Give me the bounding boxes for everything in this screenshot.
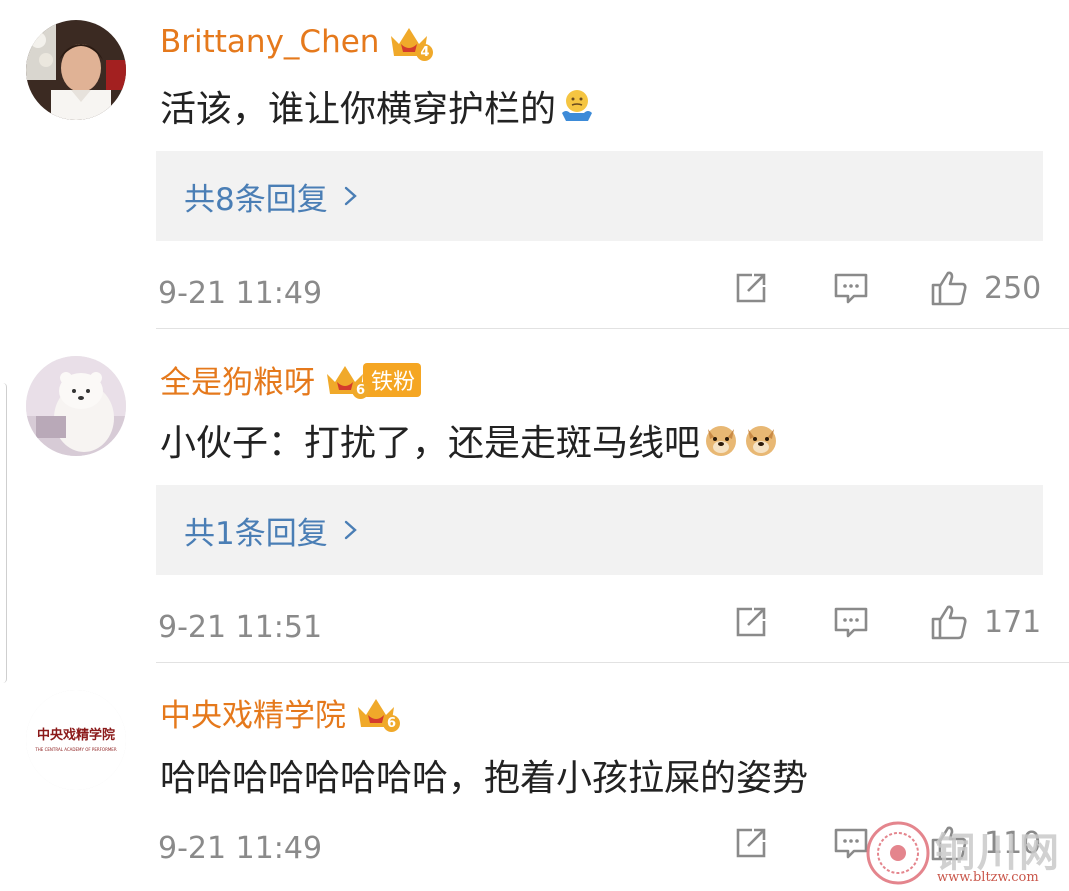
avatar-logo-text: 中央戏精学院 <box>37 727 115 743</box>
doge-emoji-icon <box>702 421 740 459</box>
timestamp: 9-21 11:49 <box>158 831 323 866</box>
comment-bubble-icon <box>834 607 868 638</box>
like-count: 250 <box>984 270 1042 306</box>
vip-level: 6 <box>352 381 369 399</box>
vip-crown-icon: 6 <box>354 693 400 733</box>
fan-badge: 铁粉 <box>363 362 422 397</box>
forward-button[interactable] <box>732 602 770 642</box>
comment-text: 哈哈哈哈哈哈哈哈，抱着小孩拉屎的姿势 <box>160 749 808 801</box>
vip-crown-icon: 6 <box>323 360 369 400</box>
comment-body: 活该，谁让你横穿护栏的 <box>160 89 557 130</box>
watermark-seal-icon <box>866 821 930 885</box>
comment-body: 小伙子：打扰了，还是走斑马线吧 <box>160 423 701 464</box>
username[interactable]: 中央戏精学院 6 <box>160 690 400 735</box>
like-button[interactable]: 250 <box>930 268 1041 308</box>
like-button[interactable]: 171 <box>930 602 1041 642</box>
comment-meta: 9-21 11:49 250 <box>0 268 1069 318</box>
comment-text: 小伙子：打扰了，还是走斑马线吧 <box>160 414 780 466</box>
avatar[interactable] <box>26 356 126 456</box>
thumbs-up-icon <box>931 605 967 640</box>
reply-count-link[interactable]: 共1条回复 <box>184 508 328 553</box>
reply-count-link[interactable]: 共8条回复 <box>184 174 328 219</box>
forward-button[interactable] <box>732 823 770 863</box>
avatar-logo-subtext: THE CENTRAL ACADEMY OF PERFORMER <box>34 747 116 752</box>
avatar[interactable]: 中央戏精学院 THE CENTRAL ACADEMY OF PERFORMER <box>26 690 126 790</box>
timestamp: 9-21 11:51 <box>158 610 323 645</box>
comment-body: 哈哈哈哈哈哈哈哈，抱着小孩拉屎的姿势 <box>160 758 809 799</box>
username-text[interactable]: 中央戏精学院 <box>160 690 346 735</box>
doge-emoji-icon <box>742 421 780 459</box>
share-box-icon <box>736 607 766 637</box>
vip-level: 6 <box>383 714 400 732</box>
site-watermark: 铜川网 www.bltzw.com <box>865 820 1065 888</box>
username-text[interactable]: Brittany_Chen <box>160 24 379 60</box>
divider <box>156 328 1069 329</box>
username[interactable]: 全是狗粮呀 6 铁粉 <box>160 357 422 402</box>
shrug-emoji-icon <box>558 87 596 125</box>
comment-list: Brittany_Chen 4 活该，谁让你横穿护栏的 共8条回复 9-21 1… <box>0 0 1069 891</box>
comment-bubble-icon <box>834 273 868 304</box>
chevron-right-icon <box>344 520 357 540</box>
timestamp: 9-21 11:49 <box>158 276 323 311</box>
comment-text: 活该，谁让你横穿护栏的 <box>160 80 596 132</box>
watermark-url: www.bltzw.com <box>937 870 1039 885</box>
share-box-icon <box>736 828 766 858</box>
reply-summary-box[interactable]: 共8条回复 <box>156 151 1043 241</box>
comment-item: 全是狗粮呀 6 铁粉 小伙子：打扰了，还是走斑马线吧 共1条回复 9-21 11… <box>0 330 1069 663</box>
username-text[interactable]: 全是狗粮呀 <box>160 357 315 402</box>
vip-crown-icon: 4 <box>387 22 434 62</box>
share-box-icon <box>736 273 766 303</box>
reply-button[interactable] <box>832 602 870 642</box>
reply-summary-box[interactable]: 共1条回复 <box>156 485 1043 575</box>
reply-button[interactable] <box>832 268 870 308</box>
chevron-right-icon <box>344 186 357 206</box>
username[interactable]: Brittany_Chen 4 <box>160 22 434 62</box>
like-count: 171 <box>984 604 1042 640</box>
comment-item: Brittany_Chen 4 活该，谁让你横穿护栏的 共8条回复 9-21 1… <box>0 0 1069 330</box>
comment-meta: 9-21 11:51 171 <box>0 602 1069 652</box>
avatar[interactable] <box>26 20 126 120</box>
thumbs-up-icon <box>931 271 967 306</box>
forward-button[interactable] <box>732 268 770 308</box>
